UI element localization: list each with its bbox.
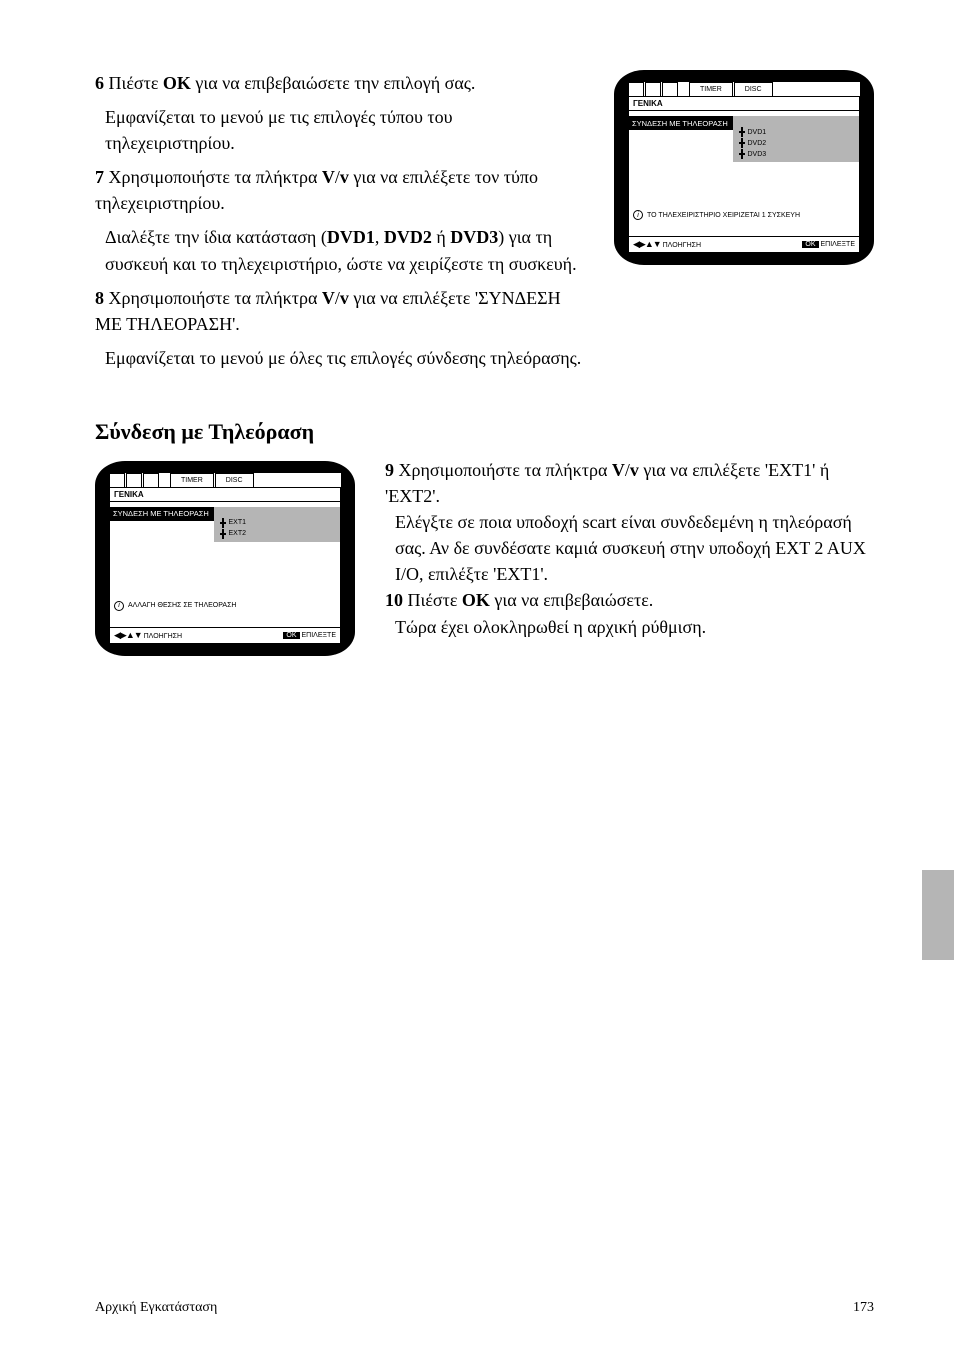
step-num: 7	[95, 167, 109, 187]
check-icon	[739, 127, 745, 137]
ok-button: OK	[283, 632, 299, 639]
info-icon: i	[114, 601, 124, 611]
tab	[628, 82, 644, 96]
tab	[645, 82, 661, 96]
menu-title: ΓΕΝΙΚΑ	[109, 487, 341, 502]
step-num: 10	[385, 590, 408, 610]
page-number: 173	[853, 1300, 874, 1316]
step-num: 9	[385, 460, 399, 480]
tab-disc: DISC	[734, 82, 773, 96]
nav-arrows-icon: ◀▶▲▼	[633, 239, 661, 249]
tv-screen-figure-2: TIMER DISC ΓΕΝΙΚΑ ΣΥΝΔΕΣΗ ΜΕ ΤΗΛΕΟΡΑΣΗ x…	[95, 461, 355, 656]
check-icon	[739, 138, 745, 148]
info-icon: i	[633, 210, 643, 220]
footer-title: Αρχική Εγκατάσταση	[95, 1300, 217, 1316]
tab-timer: TIMER	[689, 82, 733, 96]
step-num: 6	[95, 73, 109, 93]
section-heading: Σύνδεση με Τηλεόραση	[95, 419, 874, 445]
tab	[126, 473, 142, 487]
options-panel: x EXT1 EXT2	[214, 507, 341, 542]
instruction-block-1: 6 Πιέστε OK για να επιβεβαιώσετε την επι…	[95, 70, 584, 379]
tab	[143, 473, 159, 487]
sidebar-tab	[922, 870, 954, 960]
page-footer: Αρχική Εγκατάσταση 173	[95, 1300, 874, 1316]
tab	[109, 473, 125, 487]
check-icon	[220, 529, 226, 539]
nav-arrows-icon: ◀▶▲▼	[114, 630, 142, 640]
tv-screen-figure-1: TIMER DISC ΓΕΝΙΚΑ ΣΥΝΔΕΣΗ ΜΕ ΤΗΛΕΟΡΑΣΗ x…	[614, 70, 874, 379]
tab	[662, 82, 678, 96]
instruction-block-2: 9 Χρησιμοποιήστε τα πλήκτρα V/v για να ε…	[385, 457, 874, 640]
options-panel: x DVD1 DVD2 DVD3	[733, 116, 860, 162]
step-num: 8	[95, 288, 109, 308]
ok-button: OK	[802, 241, 818, 248]
tab-disc: DISC	[215, 473, 254, 487]
check-icon	[739, 149, 745, 159]
tab-timer: TIMER	[170, 473, 214, 487]
check-icon	[220, 518, 226, 528]
menu-title: ΓΕΝΙΚΑ	[628, 96, 860, 111]
